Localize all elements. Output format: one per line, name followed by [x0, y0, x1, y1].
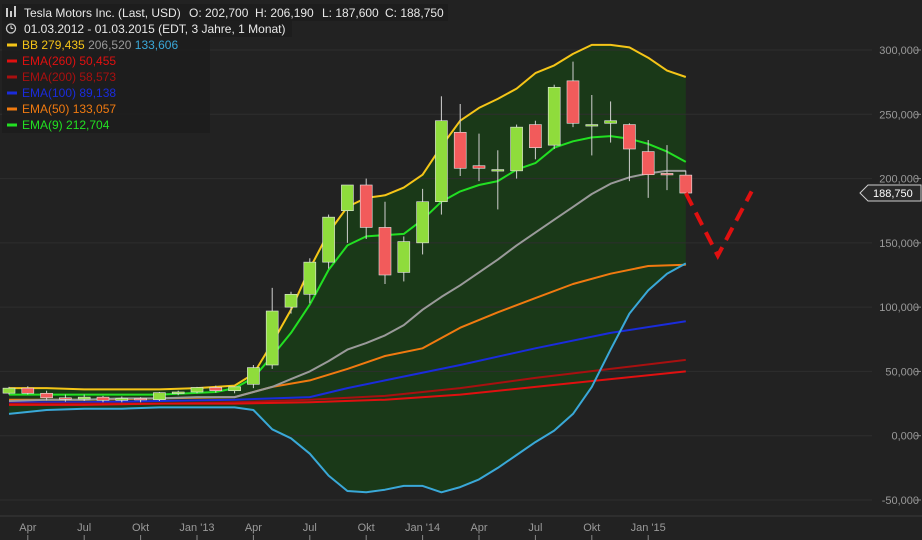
candle-body: [547, 86, 561, 146]
price-chart: 300,000 250,000 200,000 150,000 100,000 50,00…: [0, 0, 922, 540]
candle-body: [491, 169, 505, 172]
y-tick-label: 150,000: [879, 238, 919, 250]
open-value: O: 202,700: [189, 6, 249, 20]
candle-body: [510, 126, 523, 172]
candle-body: [153, 392, 166, 401]
chart-title: Tesla Motors Inc. (Last, USD): [24, 6, 181, 20]
candle: [322, 214, 335, 269]
candle-body: [228, 386, 241, 392]
candle-body: [641, 151, 655, 176]
candle-body: [660, 173, 674, 176]
y-tick-label: -50,000: [882, 495, 919, 507]
candle-body: [378, 227, 392, 276]
date-range: 01.03.2012 - 01.03.2015 (EDT, 3 Jahre, 1…: [24, 22, 286, 36]
legend-value: 133,606: [135, 38, 179, 52]
candle-body: [435, 120, 448, 203]
candle-body: [96, 396, 110, 401]
low-value: L: 187,600: [322, 6, 379, 20]
candle-body: [134, 398, 147, 401]
candle-body: [472, 165, 486, 169]
legend-label: EMA(200): [22, 70, 79, 84]
y-tick-label: 50,000: [885, 366, 919, 378]
legend-entry-text: BB 279,435 206,520 133,606: [22, 38, 178, 52]
candle-body: [623, 124, 636, 150]
candle-body: [59, 397, 72, 400]
legend-label: EMA(50): [22, 102, 73, 116]
legend-value: 206,520: [88, 38, 135, 52]
candle-body: [529, 124, 542, 149]
candle-body: [115, 398, 129, 401]
legend-entry-text: EMA(100) 89,138: [22, 86, 116, 100]
legend-item: EMA(100) 89,138: [7, 86, 116, 100]
legend-entry-text: EMA(50) 133,057: [22, 102, 116, 116]
legend-item: EMA(50) 133,057: [7, 102, 116, 116]
x-tick-label: Jan '14: [405, 522, 440, 534]
legend-value: 58,573: [79, 70, 116, 84]
legend-item: EMA(9) 212,704: [7, 118, 110, 132]
candle-body: [303, 261, 317, 295]
candle-body: [604, 120, 617, 124]
candle-body: [359, 184, 373, 228]
legend-item: EMA(200) 58,573: [7, 70, 116, 84]
legend-label: EMA(260): [22, 54, 79, 68]
legend-entry-text: EMA(260) 50,455: [22, 54, 116, 68]
candle-body: [265, 310, 279, 366]
legend-value: 50,455: [79, 54, 116, 68]
candle-body: [679, 174, 693, 194]
legend-entry-text: EMA(200) 58,573: [22, 70, 116, 84]
candle-body: [585, 124, 599, 127]
candle: [510, 124, 523, 179]
candle-body: [77, 396, 91, 400]
legend-label: BB: [22, 38, 41, 52]
x-tick-label: Apr: [470, 522, 487, 534]
candle-body: [171, 391, 185, 394]
x-tick-label: Apr: [245, 522, 262, 534]
x-tick-label: Jan '13: [179, 522, 214, 534]
legend-item: EMA(260) 50,455: [7, 54, 116, 68]
x-tick-label: Apr: [19, 522, 36, 534]
x-tick-label: Jul: [303, 522, 317, 534]
candle-body: [566, 80, 580, 124]
legend-value: 279,435: [41, 38, 88, 52]
legend-entry-text: EMA(9) 212,704: [22, 118, 110, 132]
x-tick-label: Jan '15: [631, 522, 666, 534]
candle-body: [284, 293, 298, 308]
legend-value: 89,138: [79, 86, 116, 100]
candle-body: [453, 131, 467, 169]
candle-body: [247, 367, 260, 385]
candle-body: [190, 387, 204, 393]
candle-body: [416, 201, 429, 244]
x-tick-label: Okt: [358, 522, 375, 534]
candle-body: [397, 241, 411, 273]
candle: [2, 386, 16, 395]
last-price-label: 188,750: [873, 188, 913, 200]
legend-value: 133,057: [73, 102, 117, 116]
candle-body: [40, 392, 53, 399]
candle-body: [21, 387, 35, 394]
y-tick-label: 200,000: [879, 174, 919, 186]
candle-body: [209, 387, 223, 392]
legend-label: EMA(9): [22, 118, 66, 132]
y-tick-label: 300,000: [879, 45, 919, 57]
high-value: H: 206,190: [255, 6, 314, 20]
last-price-tag: 188,750: [859, 184, 922, 202]
legend-label: EMA(100): [22, 86, 79, 100]
y-tick-label: 0,000: [891, 431, 919, 443]
candle: [547, 84, 561, 149]
legend-item: BB 279,435 206,520 133,606: [7, 38, 178, 52]
indicator-legend: BB 279,435 206,520 133,606 EMA(260) 50,4…: [2, 37, 210, 133]
candle-body: [341, 184, 354, 212]
x-tick-label: Jul: [528, 522, 542, 534]
candle-body: [2, 387, 16, 394]
x-tick-label: Okt: [132, 522, 149, 534]
y-tick-label: 100,000: [879, 302, 919, 314]
candle: [153, 392, 166, 401]
legend-value: 212,704: [66, 118, 110, 132]
close-value: C: 188,750: [385, 6, 444, 20]
x-tick-label: Okt: [583, 522, 600, 534]
y-tick-label: 250,000: [879, 109, 919, 121]
x-tick-label: Jul: [77, 522, 91, 534]
candle-body: [322, 216, 335, 263]
